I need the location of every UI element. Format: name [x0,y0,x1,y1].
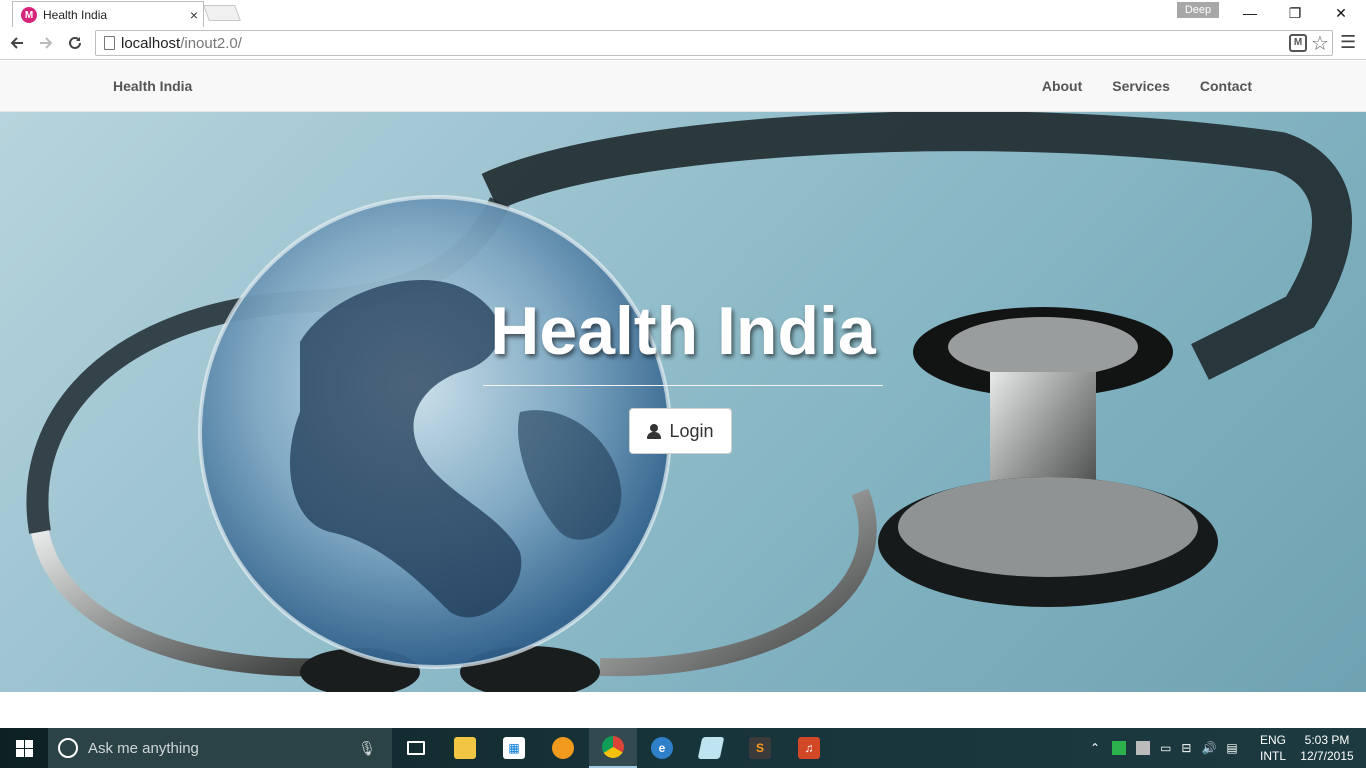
nav-link-services[interactable]: Services [1112,78,1170,94]
new-tab-button[interactable] [203,5,241,21]
login-label: Login [669,420,714,441]
navbar-brand[interactable]: Health India [113,78,192,94]
reload-icon[interactable] [64,32,86,54]
cortana-icon [58,738,78,758]
tab-close-icon[interactable]: × [187,7,201,23]
address-bar[interactable]: localhost/inout2.0/ M ☆ [95,30,1333,56]
nav-link-about[interactable]: About [1042,78,1082,94]
system-tray: ⌃ ▭ ⊟ 🔊 ▤ [1090,728,1238,768]
hero-section: Health India Login [0,112,1366,692]
url-text[interactable]: localhost/inout2.0/ [121,35,242,52]
bookmark-star-icon[interactable]: ☆ [1311,31,1329,56]
forward-arrow-icon[interactable] [35,32,57,54]
site-favicon-icon: M [21,7,37,23]
cortana-search-box[interactable]: Ask me anything 🎙 [48,728,392,768]
tray-app-icon[interactable] [1112,741,1127,755]
tray-app2-icon[interactable] [1136,741,1151,755]
hero-background-image [26,112,1352,692]
internet-explorer-icon[interactable]: e [638,728,686,768]
browser-tab[interactable]: M Health India × [12,1,204,27]
page-icon [104,36,115,50]
login-button[interactable]: Login [629,408,732,454]
hero-divider [483,385,883,386]
uc-browser-icon[interactable] [539,728,587,768]
windows-taskbar: Ask me anything 🎙 ▦ e S ♫ ⌃ ▭ ⊟ 🔊 ▤ ENG … [0,728,1366,768]
chrome-icon[interactable] [589,728,637,768]
browser-toolbar: localhost/inout2.0/ M ☆ ☰ [0,27,1366,60]
start-button[interactable] [0,728,48,768]
restore-button[interactable]: ❐ [1272,0,1318,26]
volume-icon[interactable]: 🔊 [1201,741,1216,755]
network-icon[interactable]: ⊟ [1181,741,1191,755]
action-center-icon[interactable]: ▤ [1226,741,1237,755]
store-icon[interactable]: ▦ [490,728,538,768]
hero-title: Health India [490,293,876,369]
site-navbar: Health India About Services Contact [0,61,1366,112]
browser-tabstrip: M Health India × Deep — ❐ ✕ [0,0,1366,27]
sublime-text-icon[interactable]: S [736,728,784,768]
battery-icon[interactable]: ▭ [1160,741,1171,755]
user-icon [647,423,662,439]
tab-title: Health India [43,8,108,22]
navbar-links: About Services Contact [1042,78,1252,94]
close-window-button[interactable]: ✕ [1318,0,1364,26]
minimize-button[interactable]: — [1227,0,1273,26]
office-app-icon[interactable]: ♫ [785,728,833,768]
windows-logo-icon [15,739,33,757]
system-clock[interactable]: 5:03 PM 12/7/2015 [1296,732,1358,764]
task-view-icon[interactable] [392,728,440,768]
show-hidden-icons-icon[interactable]: ⌃ [1090,741,1100,755]
browser-menu-icon[interactable]: ☰ [1340,32,1356,53]
microphone-icon[interactable]: 🎙 [358,740,376,757]
file-explorer-icon[interactable] [441,728,489,768]
extension-icon[interactable]: M [1289,34,1307,52]
profile-button[interactable]: Deep [1177,2,1219,18]
nav-link-contact[interactable]: Contact [1200,78,1252,94]
search-placeholder: Ask me anything [88,739,199,757]
language-indicator[interactable]: ENG INTL [1258,732,1288,764]
app-icon[interactable] [687,728,735,768]
back-arrow-icon[interactable] [6,32,28,54]
